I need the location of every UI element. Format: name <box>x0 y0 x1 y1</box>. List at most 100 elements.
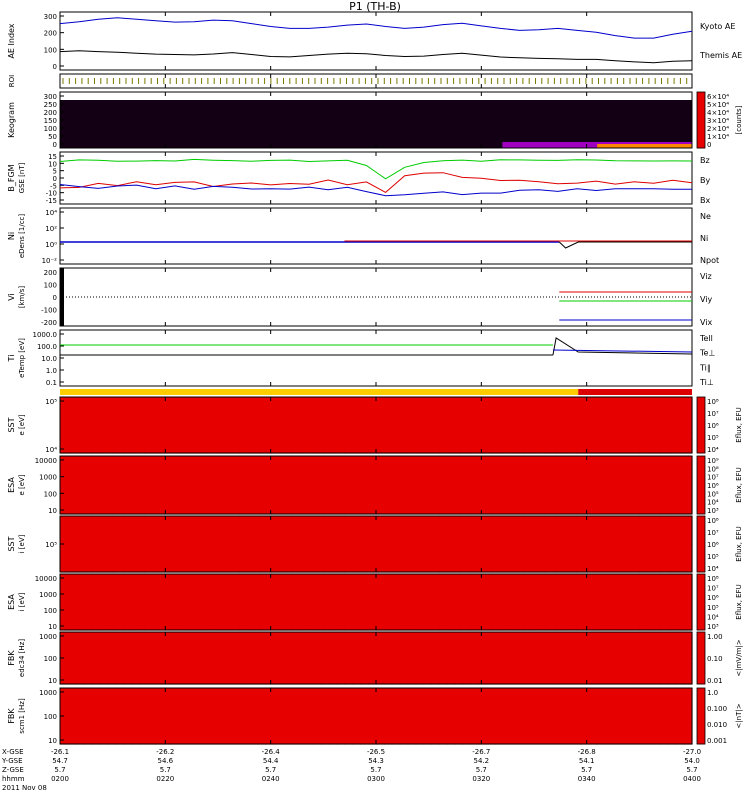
sst-e-cell <box>260 432 272 440</box>
esa-i-cell <box>312 586 324 591</box>
sst-i-cell <box>418 565 430 573</box>
fbk-edc34-cell <box>154 652 164 659</box>
fbk-edc34-cell <box>107 647 116 654</box>
fbk-edc34-cell <box>131 668 140 675</box>
fbk-scm1-cell <box>178 699 187 706</box>
esa-e-cell <box>481 456 493 461</box>
fbk-scm1-cell <box>162 693 172 700</box>
esa-e-cell <box>249 489 261 494</box>
sst-i-cell <box>333 544 345 552</box>
sst-i-cell <box>344 551 356 559</box>
sst-i-cell <box>607 530 619 538</box>
fbk-scm1-cell <box>478 710 488 717</box>
esa-i-cell <box>196 586 209 591</box>
esa-e-cell <box>428 476 440 482</box>
esa-i-cell <box>470 614 482 619</box>
fbk-scm1-cell <box>636 732 646 739</box>
sst-i-cell <box>323 551 335 559</box>
sst-e-cell <box>565 446 577 454</box>
esa-e-cell <box>597 489 609 494</box>
esa-e-cell <box>102 489 114 494</box>
fbk-scm1-cell <box>123 721 132 728</box>
fbk-scm1-cell <box>597 727 606 734</box>
fbk-scm1-cell <box>281 721 290 728</box>
esa-e-cell <box>165 497 177 503</box>
esa-e-cell <box>628 493 640 499</box>
sst-i-cell <box>70 537 82 545</box>
esa-e-cell <box>165 480 177 486</box>
fbk-edc34-cell <box>162 652 172 659</box>
esa-e-cell <box>428 497 440 503</box>
sst-e-cell <box>354 432 367 440</box>
esa-e-cell <box>260 505 272 511</box>
sst-i-cell <box>397 530 409 538</box>
esa-i-cell <box>133 574 145 579</box>
esa-e-cell <box>523 468 535 474</box>
fbk-scm1-cell <box>383 716 393 723</box>
fbk-scm1-cell <box>60 699 69 706</box>
sst-e-cell <box>407 425 419 433</box>
esa-i-cell <box>418 586 430 591</box>
fbk-edc34-cell <box>281 658 290 664</box>
esa-i-cell <box>670 614 683 619</box>
sst-i-cell <box>281 558 293 566</box>
sst-e-cell <box>102 432 114 440</box>
sst-i-cell <box>470 537 482 545</box>
esa-i-cell <box>618 602 630 607</box>
sst-i-cell <box>502 565 514 573</box>
sst-e-cell <box>449 418 461 426</box>
fbk-scm1-cell <box>281 716 290 723</box>
esa-i-cell <box>228 618 240 623</box>
esa-i-ytick-label: 10 <box>48 623 57 631</box>
esa-i-cell <box>354 602 367 607</box>
esa-e-cell <box>618 472 630 478</box>
esa-i-cell <box>175 610 187 615</box>
fbk-edc34-cell <box>257 673 266 680</box>
fbk-edc34-cell <box>107 658 116 664</box>
sst-e-cell <box>154 432 166 440</box>
esa-e-cell <box>397 480 409 486</box>
esa-e-cell <box>639 485 651 490</box>
esa-e-cell <box>418 460 430 465</box>
fbk-scm1-cell <box>146 688 156 695</box>
fbk-edc34-cell <box>210 673 219 680</box>
sst-i-cell <box>544 523 556 531</box>
fbk-edc34-cell <box>407 637 417 643</box>
fbk-edc34-cell <box>115 663 124 669</box>
esa-i-cell <box>407 610 419 615</box>
esa-e-cell <box>523 460 535 465</box>
sst-e-cell <box>312 397 324 405</box>
sst-i-cell <box>681 565 693 573</box>
esa-i-cell <box>260 586 272 591</box>
esa-e-ytick-label: 100 <box>44 490 57 498</box>
fbk-scm1-cell <box>605 710 614 717</box>
fbk-edc34-cell <box>83 647 93 654</box>
fbk-edc34-cell <box>565 637 575 643</box>
fbk-scm1-cell <box>510 710 519 717</box>
fbk-edc34-cell <box>644 632 654 638</box>
fbk-scm1-cell <box>281 693 290 700</box>
fbk-edc34-cell <box>75 632 85 638</box>
esa-i-cell <box>502 594 514 599</box>
fbk-scm1-cell <box>360 727 369 734</box>
sst-i-cell <box>628 523 640 531</box>
fbk-edc34-cell <box>83 668 93 675</box>
fbk-scm1-colorbar-label: <|nT|> <box>735 703 743 728</box>
fbk-scm1-cell <box>462 716 472 723</box>
fbk-scm1-cell <box>328 716 338 723</box>
sst-i-cell <box>112 530 124 538</box>
fbk-edc34-cell <box>131 632 140 638</box>
esa-i-cell <box>81 578 93 583</box>
fbk-scm1-cell <box>289 688 298 695</box>
sst-e-cell <box>470 397 482 405</box>
fbk-scm1-cell <box>494 732 503 739</box>
fbk-edc34-cell <box>115 673 124 680</box>
esa-e-cell <box>175 476 187 482</box>
sst-i-cell <box>165 530 177 538</box>
fbk-edc34-colorbar-tick: 0.10 <box>707 655 723 663</box>
esa-e-cell <box>386 493 398 499</box>
esa-i-cell <box>607 574 619 579</box>
bfgm-ysublabel: GSE [nT] <box>18 162 26 193</box>
esa-i-cell <box>491 622 503 627</box>
esa-e-cell <box>639 505 651 511</box>
